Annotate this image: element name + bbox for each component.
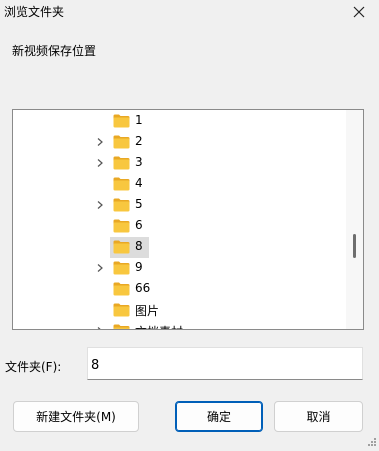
close-button[interactable] <box>339 0 379 24</box>
tree-item[interactable]: 4 <box>13 174 346 195</box>
tree-item[interactable]: 66 <box>13 279 346 300</box>
dialog-description: 新视频保存位置 <box>12 44 97 58</box>
tree-item[interactable]: 6 <box>13 216 346 237</box>
tree-item-label: 9 <box>135 260 143 274</box>
tree-item-label: 5 <box>135 197 143 211</box>
ok-button[interactable]: 确定 <box>175 401 263 432</box>
window-title: 浏览文件夹 <box>4 5 65 19</box>
chevron-right-icon[interactable] <box>95 263 105 273</box>
tree-item-label: 2 <box>135 134 143 148</box>
tree-item[interactable]: 8 <box>13 237 346 258</box>
tree-item[interactable]: 9 <box>13 258 346 279</box>
tree-item[interactable]: 2 <box>13 132 346 153</box>
folder-icon <box>113 240 130 254</box>
tree-item-label: 1 <box>135 113 143 127</box>
chevron-right-icon[interactable] <box>95 158 105 168</box>
folder-icon <box>113 156 130 170</box>
folder-name-input[interactable] <box>87 347 363 380</box>
cancel-button[interactable]: 取消 <box>274 401 363 432</box>
scrollbar-thumb[interactable] <box>353 234 356 258</box>
tree-item-label: 3 <box>135 155 143 169</box>
folder-icon <box>113 198 130 212</box>
tree-item[interactable]: 文档素材 <box>13 321 346 330</box>
tree-scrollbar[interactable] <box>346 110 363 329</box>
tree-item[interactable]: 5 <box>13 195 346 216</box>
tree-item-label: 8 <box>135 239 143 253</box>
close-icon <box>353 6 365 18</box>
new-folder-button[interactable]: 新建文件夹(M) <box>13 401 139 432</box>
tree-item-label: 文档素材 <box>135 323 183 329</box>
resize-grip-icon[interactable] <box>365 437 377 449</box>
folder-icon <box>113 177 130 191</box>
chevron-right-icon[interactable] <box>95 326 105 330</box>
folder-icon <box>113 282 130 296</box>
tree-item-label: 4 <box>135 176 143 190</box>
title-bar: 浏览文件夹 <box>0 0 379 26</box>
folder-tree[interactable]: 1 2 3 4 5 6 8 9 66 图片文档素材 <box>12 109 364 330</box>
tree-item-label: 图片 <box>135 304 160 318</box>
chevron-right-icon[interactable] <box>95 200 105 210</box>
chevron-right-icon[interactable] <box>95 137 105 147</box>
folder-icon <box>113 261 130 275</box>
folder-icon <box>113 303 130 317</box>
folder-field-label: 文件夹(F): <box>5 360 62 374</box>
tree-item-label: 66 <box>135 281 151 295</box>
folder-icon <box>113 324 130 329</box>
folder-icon <box>113 219 130 233</box>
tree-item[interactable]: 1 <box>13 111 346 132</box>
folder-icon <box>113 114 130 128</box>
tree-item[interactable]: 图片 <box>13 300 346 321</box>
folder-icon <box>113 135 130 149</box>
tree-item[interactable]: 3 <box>13 153 346 174</box>
tree-item-label: 6 <box>135 218 143 232</box>
